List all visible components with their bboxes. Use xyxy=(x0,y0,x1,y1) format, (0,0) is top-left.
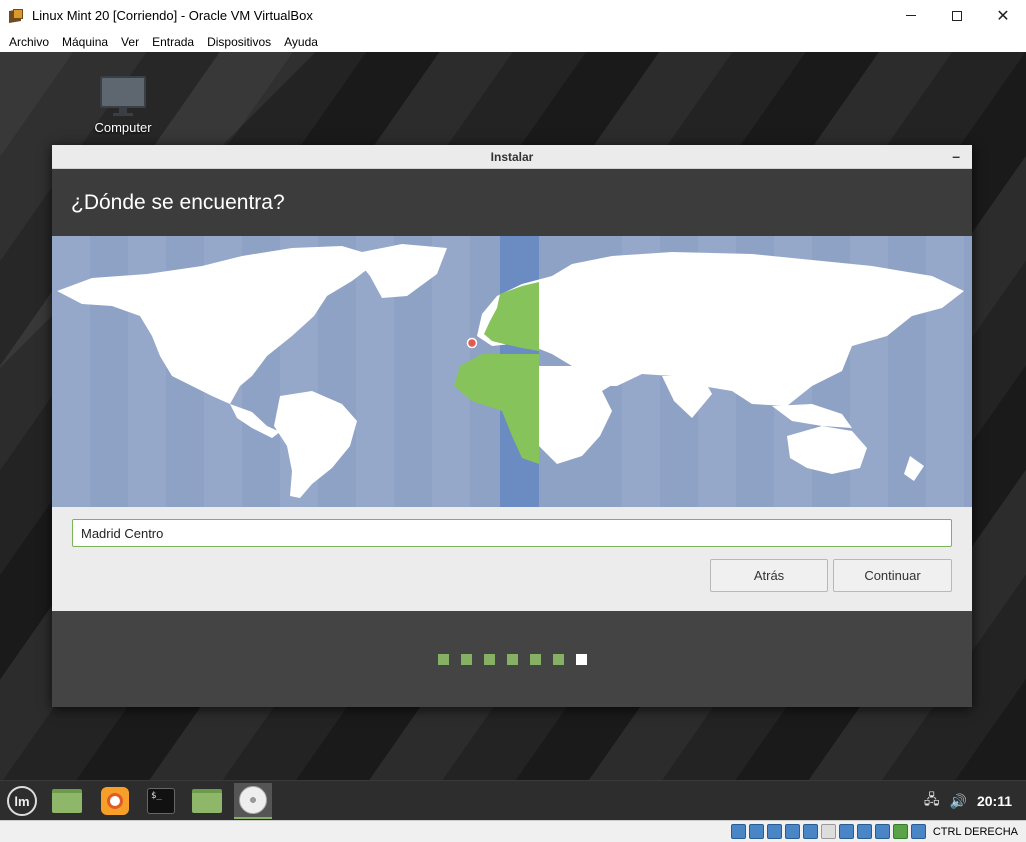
desktop-folder-icon xyxy=(52,789,82,813)
network-adapter-icon[interactable] xyxy=(784,824,800,839)
window-title: Linux Mint 20 [Corriendo] - Oracle VM Vi… xyxy=(32,8,313,23)
progress-dot xyxy=(552,653,564,665)
usb-icon[interactable] xyxy=(802,824,818,839)
menu-ayuda[interactable]: Ayuda xyxy=(279,35,323,49)
close-button[interactable]: ✕ xyxy=(980,0,1026,31)
page-title: ¿Dónde se encuentra? xyxy=(71,190,285,214)
show-desktop-button[interactable] xyxy=(48,783,86,819)
installer-title: Instalar xyxy=(490,149,534,164)
timezone-form: Atrás Continuar xyxy=(52,507,972,611)
virtualbox-titlebar: Linux Mint 20 [Corriendo] - Oracle VM Vi… xyxy=(0,0,1026,31)
guest-desktop: Computer Instalar – ¿Dónde se encuentra? xyxy=(0,52,1026,780)
install-disc-icon xyxy=(239,786,267,814)
network-icon[interactable]: 🖧 xyxy=(924,789,940,813)
terminal-launcher[interactable]: $_ xyxy=(142,783,180,819)
menubar: Archivo Máquina Ver Entrada Dispositivos… xyxy=(0,31,1026,52)
taskbar: lm $_ 🖧 🔊 20:11 xyxy=(0,780,1026,820)
computer-icon xyxy=(100,76,146,108)
mouse-integration-icon[interactable] xyxy=(892,824,908,839)
virtualization-icon[interactable] xyxy=(874,824,890,839)
files-launcher[interactable] xyxy=(188,783,226,819)
display-icon[interactable] xyxy=(838,824,854,839)
vbox-statusbar: CTRL DERECHA xyxy=(0,820,1026,842)
continue-button[interactable]: Continuar xyxy=(833,559,952,592)
maximize-button[interactable] xyxy=(934,0,980,31)
progress-dot xyxy=(506,653,518,665)
window-controls: ✕ xyxy=(888,0,1026,31)
progress-indicator xyxy=(52,611,972,707)
hard-disk-icon[interactable] xyxy=(730,824,746,839)
progress-dot xyxy=(437,653,449,665)
minimize-icon xyxy=(906,15,916,16)
menu-dispositivos[interactable]: Dispositivos xyxy=(202,35,276,49)
menu-maquina[interactable]: Máquina xyxy=(57,35,113,49)
menu-entrada[interactable]: Entrada xyxy=(147,35,199,49)
system-tray: 🖧 🔊 20:11 xyxy=(924,781,1026,821)
virtualbox-app-icon xyxy=(9,8,25,24)
folder-icon xyxy=(192,789,222,813)
progress-dot-current xyxy=(575,653,587,665)
progress-dot xyxy=(529,653,541,665)
installer-titlebar: Instalar – xyxy=(52,145,972,169)
host-key-label: CTRL DERECHA xyxy=(932,825,1018,838)
minimize-button[interactable] xyxy=(888,0,934,31)
menu-button[interactable]: lm xyxy=(3,783,41,819)
installer-taskbar-item[interactable] xyxy=(234,783,272,819)
volume-icon[interactable]: 🔊 xyxy=(950,793,967,810)
firefox-icon xyxy=(101,787,129,815)
linux-mint-logo-icon: lm xyxy=(7,786,37,816)
terminal-icon: $_ xyxy=(147,788,175,814)
menu-archivo[interactable]: Archivo xyxy=(4,35,54,49)
keyboard-icon[interactable] xyxy=(910,824,926,839)
progress-dot xyxy=(460,653,472,665)
timezone-input[interactable] xyxy=(72,519,952,547)
installer-window: Instalar – ¿Dónde se encuentra? Madrid C… xyxy=(52,145,972,707)
clock[interactable]: 20:11 xyxy=(977,793,1012,809)
optical-drive-icon[interactable] xyxy=(748,824,764,839)
installer-minimize-button[interactable]: – xyxy=(952,148,960,164)
desktop-icon-label: Computer xyxy=(94,120,152,135)
back-button[interactable]: Atrás xyxy=(710,559,828,592)
progress-dot xyxy=(483,653,495,665)
desktop-icon-computer[interactable]: Computer xyxy=(88,76,158,135)
location-pin-icon xyxy=(466,337,478,349)
menu-ver[interactable]: Ver xyxy=(116,35,144,49)
world-map-svg xyxy=(52,236,972,507)
recording-icon[interactable] xyxy=(856,824,872,839)
audio-icon[interactable] xyxy=(766,824,782,839)
timezone-map[interactable] xyxy=(52,236,972,507)
firefox-launcher[interactable] xyxy=(96,783,134,819)
close-icon: ✕ xyxy=(996,7,1010,25)
maximize-icon xyxy=(952,10,962,21)
installer-header: ¿Dónde se encuentra? xyxy=(52,169,972,236)
shared-folders-icon[interactable] xyxy=(820,824,836,839)
